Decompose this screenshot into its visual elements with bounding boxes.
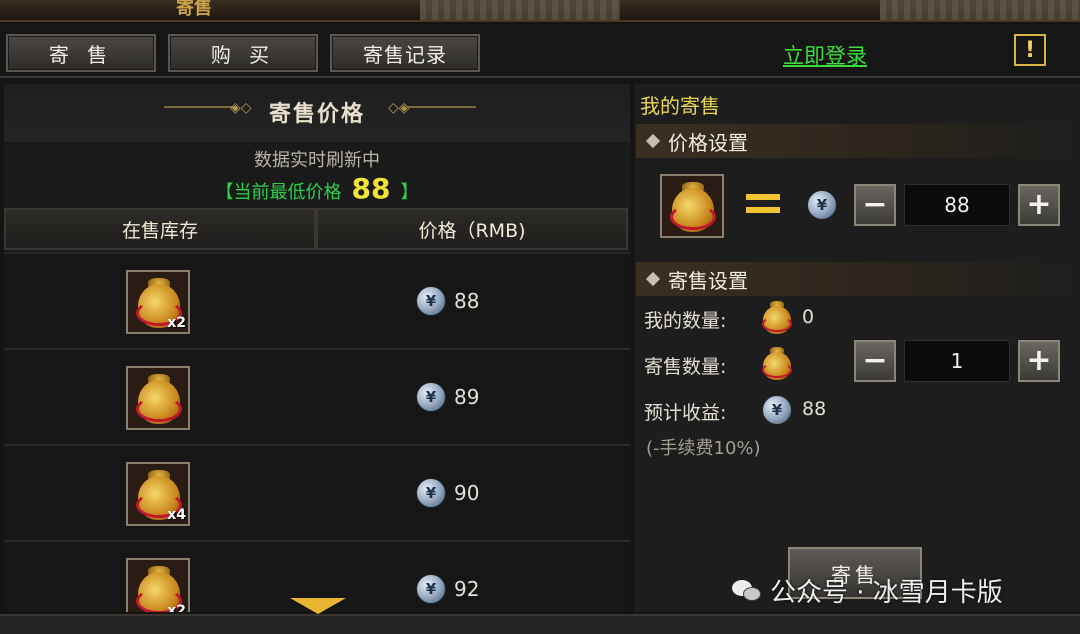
- gold-bag-icon: x4: [126, 462, 190, 526]
- ornament-line-right: [404, 106, 476, 108]
- coin-icon: ¥: [416, 478, 446, 508]
- stack-count-badge: x2: [167, 315, 186, 331]
- top-banner: 寄售: [0, 0, 1080, 22]
- tab-sale-records[interactable]: 寄售记录: [330, 34, 480, 72]
- price-decrease-button[interactable]: −: [854, 184, 896, 226]
- market-header: ◈◇ 寄售价格 ◇◈: [4, 84, 630, 142]
- scroll-down-arrow-icon[interactable]: [290, 598, 346, 614]
- lowest-price-value: 88: [351, 172, 391, 205]
- listing-row[interactable]: ¥ 89: [4, 348, 630, 443]
- lowest-price-suffix: 】: [400, 182, 419, 203]
- my-sale-title: 我的寄售: [640, 94, 720, 118]
- sale-settings-header: 寄售设置: [636, 262, 1080, 296]
- nav-bar: 寄 售 购 买 寄售记录 立即登录 !: [0, 24, 1080, 78]
- my-quantity-label: 我的数量:: [644, 310, 727, 332]
- listing-price: ¥ 92: [416, 574, 479, 604]
- gold-bag-icon: [760, 300, 794, 334]
- my-sale-panel: 我的寄售 价格设置 ¥ − 88 + 寄售设置 我的数量: 0 寄售数量: − …: [634, 84, 1080, 612]
- price-value: 88: [454, 289, 480, 313]
- market-panel: ◈◇ 寄售价格 ◇◈ 数据实时刷新中 【当前最低价格 88 】 在售库存 价格（RM…: [4, 84, 630, 614]
- equals-icon: [746, 194, 780, 214]
- stone-decoration: [420, 0, 620, 20]
- item-slot[interactable]: [126, 366, 190, 430]
- stack-count-badge: x2: [167, 603, 186, 612]
- quantity-input[interactable]: 1: [904, 340, 1010, 382]
- price-settings-header: 价格设置: [636, 124, 1080, 158]
- sale-quantity-label: 寄售数量:: [644, 356, 727, 378]
- gold-bag-icon: x2: [126, 270, 190, 334]
- market-title: 寄售价格: [268, 102, 365, 127]
- my-quantity-value: 0: [802, 306, 815, 328]
- item-slot[interactable]: x2: [126, 558, 190, 612]
- bottom-border: [0, 614, 1080, 634]
- lowest-price-prefix: 【当前最低价格: [215, 182, 342, 203]
- exclamation-icon[interactable]: !: [1014, 34, 1046, 66]
- price-input[interactable]: 88: [904, 184, 1010, 226]
- wechat-icon: [732, 578, 762, 604]
- coin-icon: ¥: [762, 395, 792, 425]
- tab-buy[interactable]: 购 买: [168, 34, 318, 72]
- item-slot[interactable]: x4: [126, 462, 190, 526]
- diamond-icon: [645, 133, 661, 149]
- listing-row[interactable]: x2 ¥ 88: [4, 252, 630, 347]
- refresh-status: 数据实时刷新中: [254, 150, 380, 171]
- watermark-text: 公众号 · 冰雪月卡版: [770, 578, 1003, 608]
- price-value: 90: [454, 481, 480, 505]
- sale-settings-label: 寄售设置: [668, 268, 748, 293]
- price-settings-label: 价格设置: [668, 130, 748, 155]
- coin-icon: ¥: [416, 382, 446, 412]
- column-header-price: 价格（RMB): [316, 208, 628, 250]
- listing-price: ¥ 88: [416, 286, 479, 316]
- diamond-icon: [645, 271, 661, 287]
- stone-decoration: [880, 0, 1080, 20]
- quantity-decrease-button[interactable]: −: [854, 340, 896, 382]
- sell-item-slot: [660, 174, 724, 238]
- login-link[interactable]: 立即登录: [783, 40, 867, 70]
- tab-sell[interactable]: 寄 售: [6, 34, 156, 72]
- coin-icon: ¥: [416, 574, 446, 604]
- quantity-increase-button[interactable]: +: [1018, 340, 1060, 382]
- gold-bag-icon: [660, 174, 724, 238]
- fee-note: (-手续费10%): [646, 438, 761, 459]
- ornament-right-icon: ◇◈: [388, 100, 410, 116]
- coin-icon: ¥: [807, 190, 837, 220]
- gold-bag-icon: [126, 366, 190, 430]
- expected-income-label: 预计收益:: [644, 402, 727, 424]
- price-value: 92: [454, 577, 480, 601]
- gold-bag-icon: x2: [126, 558, 190, 612]
- coin-icon: ¥: [416, 286, 446, 316]
- expected-income-value: 88: [802, 398, 827, 420]
- item-slot[interactable]: x2: [126, 270, 190, 334]
- banner-title: 寄售: [176, 0, 212, 19]
- column-header-stock: 在售库存: [4, 208, 316, 250]
- price-increase-button[interactable]: +: [1018, 184, 1060, 226]
- price-value: 89: [454, 385, 480, 409]
- listing-row[interactable]: x4 ¥ 90: [4, 444, 630, 539]
- listing-price: ¥ 89: [416, 382, 479, 412]
- stack-count-badge: x4: [167, 507, 186, 523]
- watermark: 公众号 · 冰雪月卡版: [732, 572, 1003, 609]
- gold-bag-icon: [760, 346, 794, 380]
- lowest-price: 【当前最低价格 88 】: [4, 172, 630, 205]
- listing-price: ¥ 90: [416, 478, 479, 508]
